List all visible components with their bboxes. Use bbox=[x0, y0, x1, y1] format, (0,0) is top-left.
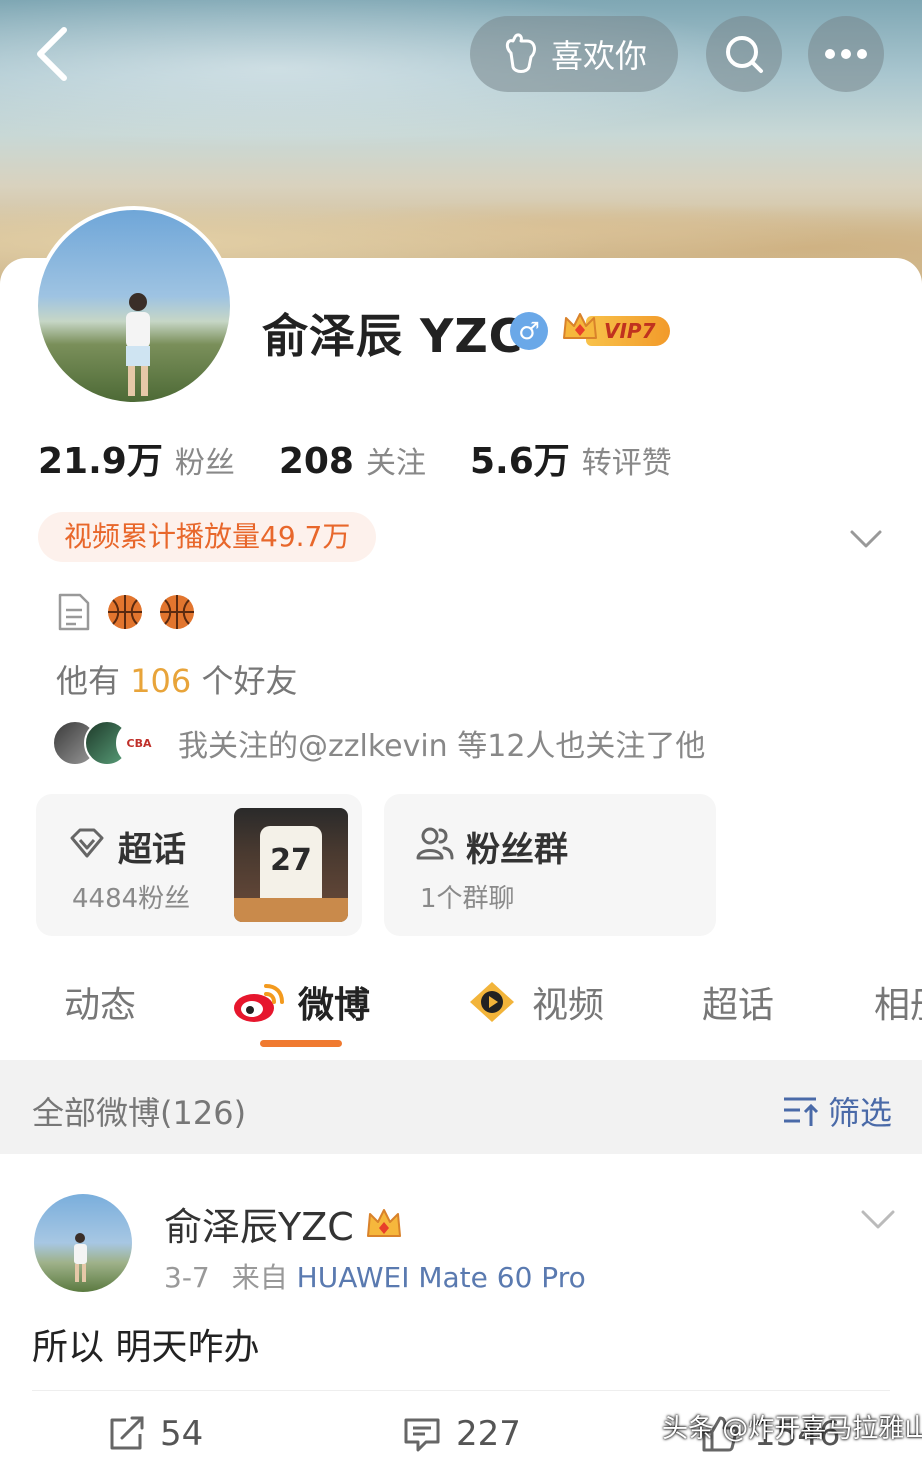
super-topic-title: 超话 bbox=[118, 830, 186, 870]
stat-label: 粉丝 bbox=[174, 446, 235, 481]
chevron-down-icon[interactable] bbox=[860, 1204, 896, 1234]
crown-icon bbox=[366, 1208, 401, 1237]
more-button[interactable] bbox=[808, 16, 884, 92]
mutual-followers[interactable]: CBA 我关注的@zzlkevin 等12人也关注了他 bbox=[52, 718, 705, 768]
tab-weibo[interactable]: 微博 bbox=[232, 976, 370, 1028]
post-source[interactable]: HUAWEI Mate 60 Pro bbox=[297, 1261, 586, 1294]
friends-prefix: 他有 bbox=[56, 662, 131, 700]
post-avatar-figure bbox=[74, 1233, 87, 1282]
filter-label: 筛选 bbox=[828, 1094, 893, 1132]
filter-sort-icon bbox=[784, 1097, 819, 1126]
stat-number: 208 bbox=[278, 441, 354, 482]
tab-video[interactable]: 视频 bbox=[466, 976, 604, 1028]
tab-label: 视频 bbox=[532, 985, 605, 1026]
group-people-icon bbox=[416, 827, 454, 860]
video-play-icon bbox=[470, 982, 514, 1022]
post-source-prefix: 来自 bbox=[231, 1261, 297, 1294]
tab-dynamics[interactable]: 动态 bbox=[64, 976, 136, 1028]
watermark: 头条 @炸开喜马拉雅山 bbox=[662, 1414, 922, 1444]
avatar-person-figure bbox=[126, 293, 150, 396]
repost-count: 54 bbox=[160, 1414, 204, 1454]
fan-group-count: 1个群聊 bbox=[420, 884, 515, 914]
profile-stats: 21.9万 粉丝 208 关注 5.6万 转评赞 bbox=[38, 432, 716, 484]
filter-bar: 全部微博(126) 筛选 bbox=[0, 1060, 922, 1154]
profile-tabs: 动态 微博 视频 超话 相册 bbox=[0, 970, 922, 1050]
search-button[interactable] bbox=[706, 16, 782, 92]
tab-label: 动态 bbox=[64, 985, 137, 1026]
tab-label: 微博 bbox=[298, 985, 371, 1026]
tab-album[interactable]: 相册 bbox=[874, 976, 922, 1028]
avatar[interactable] bbox=[34, 206, 234, 406]
all-weibo-label[interactable]: 全部微博(126) bbox=[32, 1088, 246, 1134]
tab-label: 相册 bbox=[874, 985, 922, 1026]
cba-logo: CBA bbox=[116, 720, 162, 766]
basketball-icon[interactable] bbox=[106, 593, 144, 631]
stat-label: 关注 bbox=[365, 446, 426, 481]
crown-icon bbox=[563, 313, 597, 339]
followers-stat[interactable]: 21.9万 粉丝 bbox=[38, 432, 235, 484]
document-icon[interactable] bbox=[56, 592, 92, 632]
jersey-number: 27 bbox=[260, 826, 322, 906]
post-author-name[interactable]: 俞泽辰YZC bbox=[164, 1196, 354, 1251]
active-tab-indicator bbox=[260, 1040, 342, 1047]
engagement-stat[interactable]: 5.6万 转评赞 bbox=[470, 432, 672, 484]
profile-badges bbox=[56, 592, 196, 632]
stat-number: 5.6万 bbox=[469, 441, 570, 482]
mutual-text: 我关注的@zzlkevin 等12人也关注了他 bbox=[178, 729, 706, 764]
court-floor bbox=[234, 898, 348, 922]
friends-count-line[interactable]: 他有 106 个好友 bbox=[56, 656, 297, 702]
mutual-avatars: CBA bbox=[52, 718, 162, 768]
stat-label: 转评赞 bbox=[581, 446, 672, 481]
weibo-logo-icon bbox=[234, 984, 284, 1022]
tab-super-topic[interactable]: 超话 bbox=[702, 976, 774, 1028]
more-dots-icon bbox=[825, 49, 867, 59]
super-topic-card[interactable]: 超话 4484粉丝 27 bbox=[36, 794, 362, 936]
post-author-line: 俞泽辰YZC bbox=[164, 1196, 404, 1251]
repost-button[interactable]: 54 bbox=[106, 1414, 203, 1454]
filter-button[interactable]: 筛选 bbox=[782, 1088, 892, 1134]
profile-name: 俞泽辰 YZC bbox=[262, 309, 524, 363]
search-icon bbox=[726, 36, 763, 73]
post-meta: 3-7 来自 HUAWEI Mate 60 Pro bbox=[164, 1256, 586, 1296]
fan-group-title: 粉丝群 bbox=[466, 830, 568, 870]
chevron-down-icon[interactable] bbox=[848, 520, 884, 556]
like-you-label: 喜欢你 bbox=[550, 37, 647, 75]
gender-male-icon: ♂ bbox=[510, 312, 548, 350]
comment-icon bbox=[404, 1418, 440, 1452]
comment-count: 227 bbox=[456, 1414, 521, 1454]
fan-group-card[interactable]: 粉丝群 1个群聊 bbox=[384, 794, 716, 936]
cover-sky bbox=[0, 0, 922, 170]
post-text: 所以 明天咋办 bbox=[32, 1327, 260, 1368]
diamond-icon bbox=[70, 828, 104, 858]
back-button[interactable] bbox=[30, 24, 74, 84]
friends-count: 106 bbox=[130, 662, 192, 700]
hand-heart-icon bbox=[505, 33, 536, 73]
chevron-left-icon bbox=[37, 27, 67, 81]
stat-number: 21.9万 bbox=[38, 441, 163, 482]
post-date: 3-7 bbox=[164, 1261, 210, 1294]
tab-label: 超话 bbox=[702, 985, 775, 1026]
comment-button[interactable]: 227 bbox=[402, 1414, 521, 1454]
divider bbox=[32, 1390, 890, 1391]
vip-badge[interactable]: VIP7 bbox=[560, 306, 670, 352]
following-stat[interactable]: 208 关注 bbox=[279, 438, 426, 482]
like-you-button[interactable]: 喜欢你 bbox=[470, 16, 678, 92]
basketball-icon[interactable] bbox=[158, 593, 196, 631]
friends-suffix: 个好友 bbox=[191, 662, 298, 700]
repost-icon bbox=[110, 1416, 144, 1450]
post-author-avatar[interactable] bbox=[34, 1194, 132, 1292]
super-topic-fans: 4484粉丝 bbox=[72, 884, 191, 914]
video-play-count-tag: 视频累计播放量49.7万 bbox=[38, 512, 377, 562]
super-topic-thumbnail: 27 bbox=[234, 808, 348, 922]
